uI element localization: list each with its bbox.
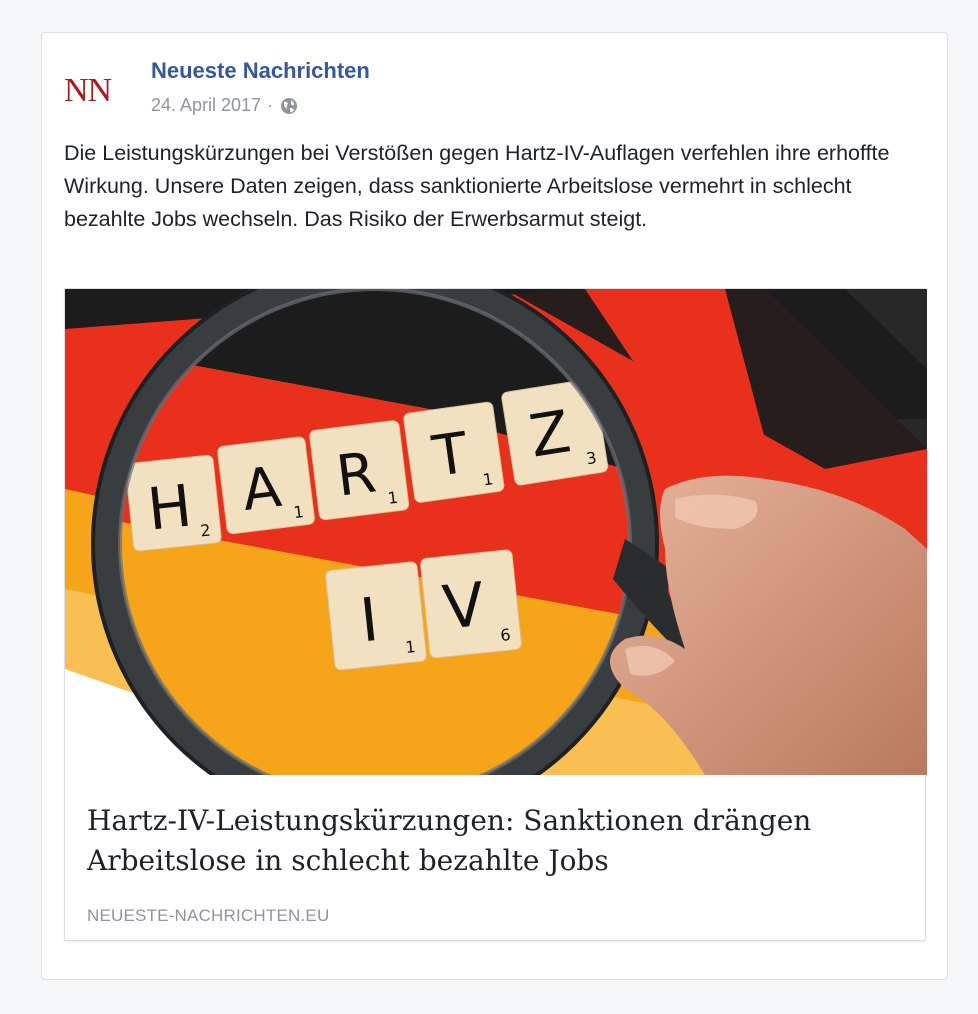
globe-icon[interactable]	[279, 96, 299, 116]
link-preview-image[interactable]: H 2 A 1 R 1 T 1 Z 3 I 1 V 6	[65, 289, 927, 775]
tile-letter: R	[333, 440, 380, 509]
post-meta: 24. April 2017 ·	[151, 95, 299, 116]
link-headline[interactable]: Hartz-IV-Leistungskürzungen: Sanktionen …	[87, 801, 887, 881]
page-name-link[interactable]: Neueste Nachrichten	[151, 58, 370, 84]
tile-score: 6	[499, 625, 511, 645]
page-avatar[interactable]: NN	[64, 71, 136, 111]
tile-letter: H	[144, 471, 194, 543]
facebook-post: NN Neueste Nachrichten 24. April 2017 · …	[41, 32, 948, 980]
meta-separator: ·	[267, 95, 274, 115]
post-text: Die Leistungskürzungen bei Verstößen geg…	[64, 141, 890, 231]
tile-score: 2	[199, 520, 211, 540]
link-preview-card[interactable]: H 2 A 1 R 1 T 1 Z 3 I 1 V 6 Hartz-IV-Lei…	[64, 288, 927, 941]
post-date[interactable]: 24. April 2017	[151, 95, 261, 116]
link-domain: NEUESTE-NACHRICHTEN.EU	[87, 906, 330, 925]
tile-letter: V	[440, 570, 488, 644]
tile-score: 1	[404, 637, 416, 657]
tile-letter: A	[239, 455, 285, 524]
